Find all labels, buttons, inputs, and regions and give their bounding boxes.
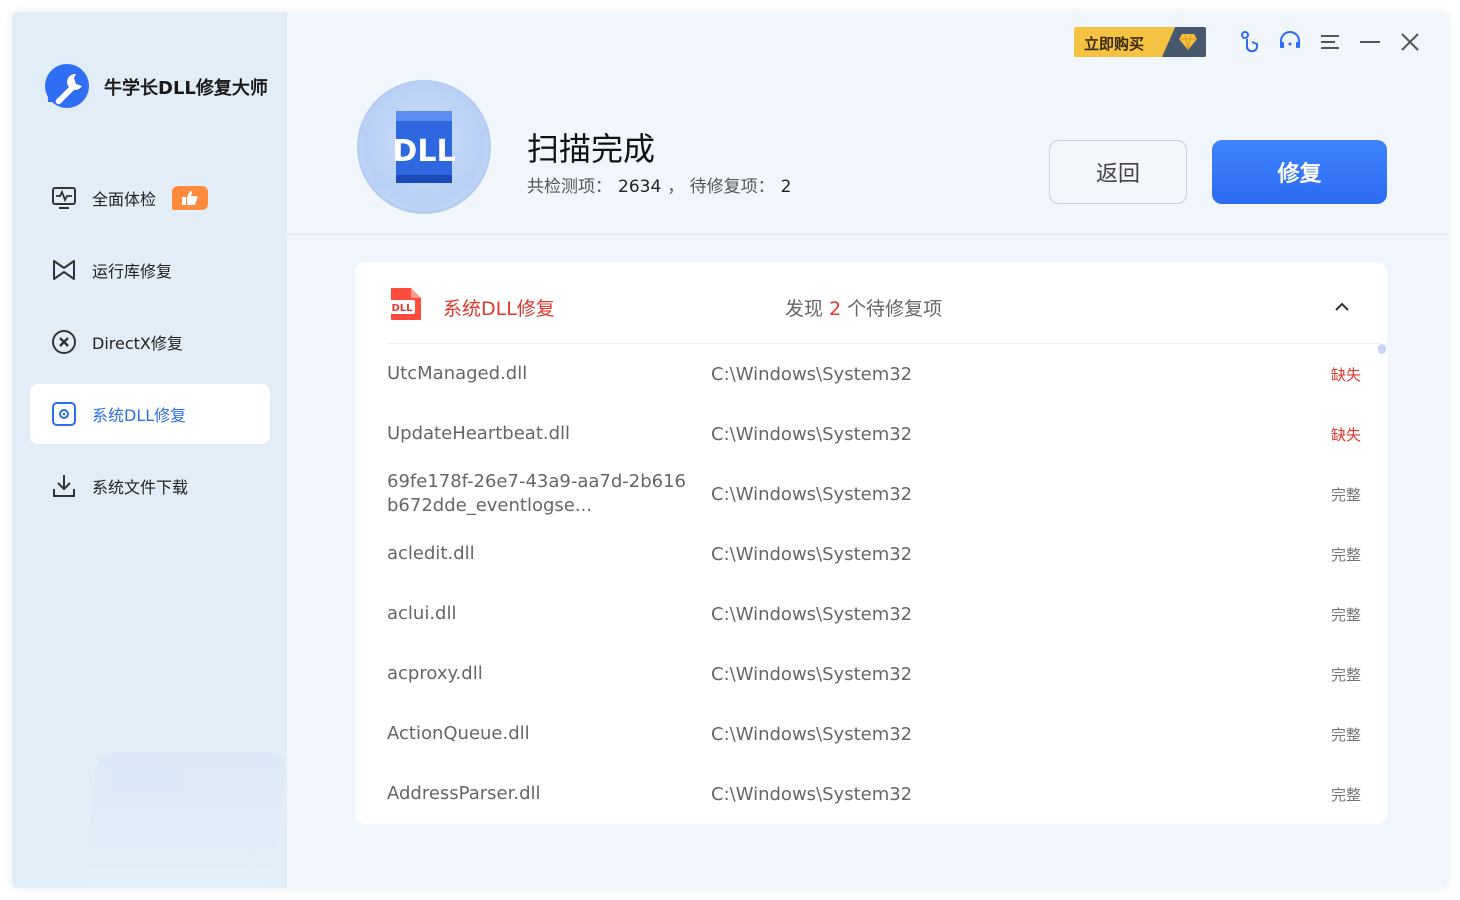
table-row: UtcManaged.dll C:\Windows\System32 缺失 [387,344,1361,404]
status-badge: 缺失 [1330,365,1361,384]
status-badge: 完整 [1330,665,1361,684]
sidebar-item-label: DirectX修复 [92,334,183,353]
dll-name: 69fe178f-26e7-43a9-aa7d-2b616b672dde_eve… [387,471,686,516]
panel-header[interactable]: DLL 系统DLL修复 发现 2 个待修复项 [355,262,1387,344]
dll-name: AddressParser.dll [387,783,541,804]
status-badge: 完整 [1330,785,1361,804]
pending-label: 待修复项： [689,177,775,197]
directx-x-icon [50,328,78,356]
sidebar-item-label: 全面体检 [92,190,157,209]
table-row: aclui.dll C:\Windows\System32 完整 [387,584,1361,644]
dll-name: acledit.dll [387,543,475,564]
total-label: 共检测项： [527,177,612,197]
app-name: 牛学长DLL修复大师 [104,78,268,99]
found-prefix: 发现 [785,298,824,320]
dll-list: UtcManaged.dll C:\Windows\System32 缺失 Up… [387,344,1361,824]
dll-name: ActionQueue.dll [387,723,530,744]
sidebar: 牛学长DLL修复大师 全面体检 运行库修复 DirectX修复 系统DLL修复 … [12,12,288,888]
table-row: AddressParser.dll C:\Windows\System32 完整 [387,764,1361,824]
health-monitor-icon [50,184,78,212]
found-count: 2 [829,298,842,320]
scan-result-header: DLL 扫描完成 共检测项： 2634， 待修复项： 2 返回 修复 [287,12,1448,235]
thumbs-up-icon [172,186,208,210]
decorative-folder-illustration [82,752,288,888]
dll-name: acproxy.dll [387,663,483,684]
chevron-up-icon[interactable] [1331,296,1353,318]
dll-path: C:\Windows\System32 [711,723,913,745]
sidebar-item-runtime-repair[interactable]: 运行库修复 [30,240,270,300]
sidebar-item-full-checkup[interactable]: 全面体检 [30,168,270,228]
dll-path: C:\Windows\System32 [711,783,913,805]
dll-name: UpdateHeartbeat.dll [387,423,571,444]
sidebar-item-label: 运行库修复 [92,262,173,281]
dll-path: C:\Windows\System32 [711,423,913,445]
dll-book-icon: DLL [357,80,491,214]
scan-summary: 共检测项： 2634， 待修复项： 2 [527,172,798,197]
runtime-bowtie-icon [50,256,78,284]
repair-button[interactable]: 修复 [1212,140,1387,204]
sidebar-item-label: 系统文件下载 [92,478,189,497]
brand: 牛学长DLL修复大师 [42,62,268,112]
status-badge: 完整 [1330,485,1361,504]
dll-path: C:\Windows\System32 [711,663,913,685]
dll-path: C:\Windows\System32 [711,603,913,625]
sidebar-item-label: 系统DLL修复 [92,406,187,425]
sidebar-item-system-dll-repair[interactable]: 系统DLL修复 [30,384,270,444]
table-row: acproxy.dll C:\Windows\System32 完整 [387,644,1361,704]
sidebar-item-system-file-download[interactable]: 系统文件下载 [30,456,270,516]
dll-path: C:\Windows\System32 [711,363,913,385]
pending-count: 2 [780,177,792,197]
app-logo-icon [45,64,89,108]
table-row: ActionQueue.dll C:\Windows\System32 完整 [387,704,1361,764]
dll-path: C:\Windows\System32 [711,543,913,565]
table-row: 69fe178f-26e7-43a9-aa7d-2b616b672dde_eve… [387,464,1361,524]
dll-path: C:\Windows\System32 [711,483,913,505]
dll-name: UtcManaged.dll [387,363,528,384]
sidebar-item-directx-repair[interactable]: DirectX修复 [30,312,270,372]
status-badge: 完整 [1330,605,1361,624]
total-count: 2634 [618,177,662,197]
status-badge: 完整 [1330,545,1361,564]
dll-file-icon-text: DLL [391,303,413,314]
dll-badge-text: DLL [392,134,455,169]
dll-file-icon: DLL [389,288,421,320]
status-badge: 缺失 [1330,425,1361,444]
dll-gear-icon [50,400,78,428]
summary-separator: ， [667,177,685,197]
found-suffix: 个待修复项 [847,298,943,320]
found-summary: 发现 2 个待修复项 [785,294,942,321]
table-row: acledit.dll C:\Windows\System32 完整 [387,524,1361,584]
scrollbar-thumb[interactable] [1378,344,1386,354]
dll-repair-panel: DLL 系统DLL修复 发现 2 个待修复项 UtcManaged.dll C:\W… [355,262,1387,824]
panel-title: 系统DLL修复 [443,298,555,320]
app-window: 牛学长DLL修复大师 全面体检 运行库修复 DirectX修复 系统DLL修复 … [12,12,1448,888]
back-button[interactable]: 返回 [1049,140,1187,204]
dll-name: aclui.dll [387,603,457,624]
status-badge: 完整 [1330,725,1361,744]
page-title: 扫描完成 [527,130,656,168]
table-row: UpdateHeartbeat.dll C:\Windows\System32 … [387,404,1361,464]
download-icon [50,472,78,500]
sidebar-nav: 全面体检 运行库修复 DirectX修复 系统DLL修复 系统文件下载 [30,168,270,528]
